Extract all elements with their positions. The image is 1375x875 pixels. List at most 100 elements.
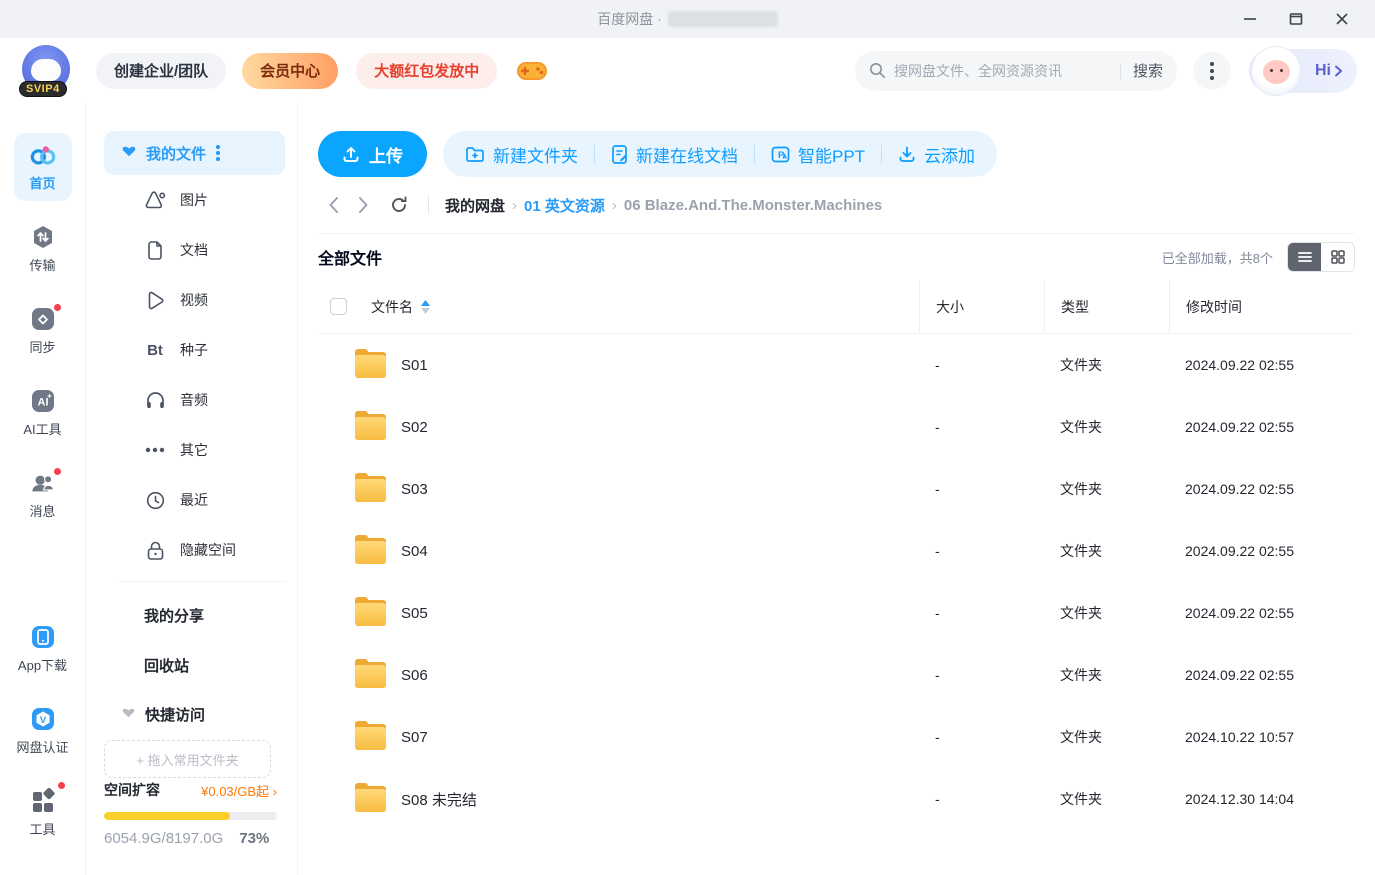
column-type[interactable]: 类型 <box>1044 280 1169 333</box>
file-name[interactable]: S01 <box>401 357 428 374</box>
new-folder-button[interactable]: 新建文件夹 <box>465 142 578 167</box>
folder-icon <box>355 783 386 812</box>
sidebar-item-torrents[interactable]: Bt 种子 <box>104 325 285 375</box>
new-online-doc-button[interactable]: 新建在线文档 <box>611 142 738 167</box>
sort-icon[interactable] <box>421 299 430 314</box>
table-row[interactable]: S01 - 文件夹 2024.09.22 02:55 <box>318 334 1355 396</box>
folder-icon <box>355 349 386 378</box>
crumb-divider <box>428 196 429 214</box>
column-name[interactable]: 文件名 <box>371 297 413 317</box>
sidebar-item-videos[interactable]: 视频 <box>104 275 285 325</box>
sidebar-item-others[interactable]: 其它 <box>104 425 285 475</box>
sidebar-divider <box>118 581 285 582</box>
breadcrumb-separator: › <box>611 196 617 214</box>
user-avatar <box>1251 45 1301 96</box>
upload-button[interactable]: 上传 <box>318 131 427 177</box>
nav-tools[interactable]: 工具 <box>14 779 72 847</box>
nav-messages[interactable]: 消息 <box>14 461 72 529</box>
sidebar-item-documents[interactable]: 文档 <box>104 225 285 275</box>
close-button[interactable] <box>1319 0 1365 38</box>
file-name[interactable]: S03 <box>401 481 428 498</box>
app-header: SVIP4 创建企业/团队 会员中心 大额红包发放中 搜索 Hi <box>0 38 1375 103</box>
folder-icon <box>355 597 386 626</box>
window-title: 百度网盘 · <box>597 9 778 29</box>
maximize-button[interactable] <box>1273 0 1319 38</box>
file-name[interactable]: S07 <box>401 729 428 746</box>
list-view-button[interactable] <box>1288 243 1321 271</box>
file-modified: 2024.09.22 02:55 <box>1185 667 1294 683</box>
file-name[interactable]: S04 <box>401 543 428 560</box>
nav-verify[interactable]: V 网盘认证 <box>14 697 72 765</box>
nav-home[interactable]: 首页 <box>13 133 72 201</box>
sidebar-quick-access[interactable]: 快捷访问 <box>104 690 285 738</box>
table-row[interactable]: S05 - 文件夹 2024.09.22 02:55 <box>318 582 1355 644</box>
toolbar: 上传 新建文件夹 新建在线文档 P 智能PPT 云添加 <box>318 131 1355 177</box>
table-row[interactable]: S07 - 文件夹 2024.10.22 10:57 <box>318 706 1355 768</box>
sidebar-my-files[interactable]: 我的文件 <box>104 131 285 175</box>
svg-text:V: V <box>39 715 46 726</box>
home-icon <box>30 142 56 168</box>
main-content: 上传 新建文件夹 新建在线文档 P 智能PPT 云添加 我的网盘 › 01 英文… <box>298 103 1375 875</box>
storage-price-link[interactable]: ¥0.03/GB起 › <box>201 781 277 800</box>
vip-center-button[interactable]: 会员中心 <box>242 52 339 89</box>
account-logo[interactable]: SVIP4 <box>19 44 74 97</box>
file-name[interactable]: S08 未完结 <box>401 789 477 810</box>
sync-icon <box>30 306 56 332</box>
breadcrumb-root[interactable]: 我的网盘 <box>445 195 505 216</box>
game-icon[interactable] <box>515 57 549 85</box>
minimize-button[interactable] <box>1227 0 1273 38</box>
search-bar[interactable]: 搜索 <box>855 50 1177 91</box>
drop-folder-zone[interactable]: + 拖入常用文件夹 <box>104 740 271 778</box>
column-modified[interactable]: 修改时间 <box>1169 280 1355 333</box>
cloud-add-button[interactable]: 云添加 <box>898 142 975 167</box>
table-row[interactable]: S04 - 文件夹 2024.09.22 02:55 <box>318 520 1355 582</box>
smart-ppt-button[interactable]: P 智能PPT <box>771 142 865 167</box>
ellipsis-icon <box>144 447 166 453</box>
table-row[interactable]: S03 - 文件夹 2024.09.22 02:55 <box>318 458 1355 520</box>
sidebar-item-audio[interactable]: 音频 <box>104 375 285 425</box>
user-profile-button[interactable]: Hi <box>1249 45 1357 96</box>
search-button[interactable]: 搜索 <box>1133 60 1163 81</box>
svg-text:AI: AI <box>37 397 48 409</box>
file-name[interactable]: S05 <box>401 605 428 622</box>
sidebar-item-hidden-space[interactable]: 隐藏空间 <box>104 525 285 575</box>
column-size[interactable]: 大小 <box>919 280 1044 333</box>
nav-transfer[interactable]: 传输 <box>14 215 72 283</box>
titlebar: 百度网盘 · <box>0 0 1375 38</box>
select-all-checkbox[interactable] <box>330 298 347 315</box>
nav-ai-tools[interactable]: AI AI工具 <box>14 379 72 447</box>
grid-view-button[interactable] <box>1321 243 1354 271</box>
back-button[interactable] <box>318 190 348 220</box>
file-name[interactable]: S06 <box>401 667 428 684</box>
sidebar-recycle-bin[interactable]: 回收站 <box>104 640 285 690</box>
search-input[interactable] <box>894 62 1108 79</box>
file-name[interactable]: S02 <box>401 419 428 436</box>
create-team-button[interactable]: 创建企业/团队 <box>96 52 227 89</box>
messages-badge <box>52 467 62 476</box>
red-packet-button[interactable]: 大额红包发放中 <box>356 52 498 89</box>
verify-icon: V <box>30 706 56 732</box>
folder-icon <box>355 721 386 750</box>
sync-badge <box>52 303 62 312</box>
storage-expand-label[interactable]: 空间扩容 <box>104 780 160 800</box>
more-menu-button[interactable] <box>1193 51 1231 90</box>
table-row[interactable]: S02 - 文件夹 2024.09.22 02:55 <box>318 396 1355 458</box>
chevron-right-icon <box>1335 65 1342 76</box>
sidebar-item-recent[interactable]: 最近 <box>104 475 285 525</box>
breadcrumb-parent[interactable]: 01 英文资源 <box>524 195 605 216</box>
nav-sync[interactable]: 同步 <box>14 297 72 365</box>
nav-app-download[interactable]: App下载 <box>14 615 72 683</box>
breadcrumb-separator: › <box>512 196 518 214</box>
kebab-icon <box>1210 61 1214 80</box>
sidebar-my-share[interactable]: 我的分享 <box>104 590 285 640</box>
sidebar-item-images[interactable]: 图片 <box>104 175 285 225</box>
folder-icon <box>355 659 386 688</box>
table-row[interactable]: S08 未完结 - 文件夹 2024.12.30 14:04 <box>318 768 1355 830</box>
my-files-menu-icon[interactable] <box>216 145 220 161</box>
refresh-button[interactable] <box>384 190 414 220</box>
table-row[interactable]: S06 - 文件夹 2024.09.22 02:55 <box>318 644 1355 706</box>
svip-badge: SVIP4 <box>19 80 67 97</box>
breadcrumb-row: 我的网盘 › 01 英文资源 › 06 Blaze.And.The.Monste… <box>318 177 1355 234</box>
file-modified: 2024.09.22 02:55 <box>1185 419 1294 435</box>
forward-button[interactable] <box>348 190 378 220</box>
